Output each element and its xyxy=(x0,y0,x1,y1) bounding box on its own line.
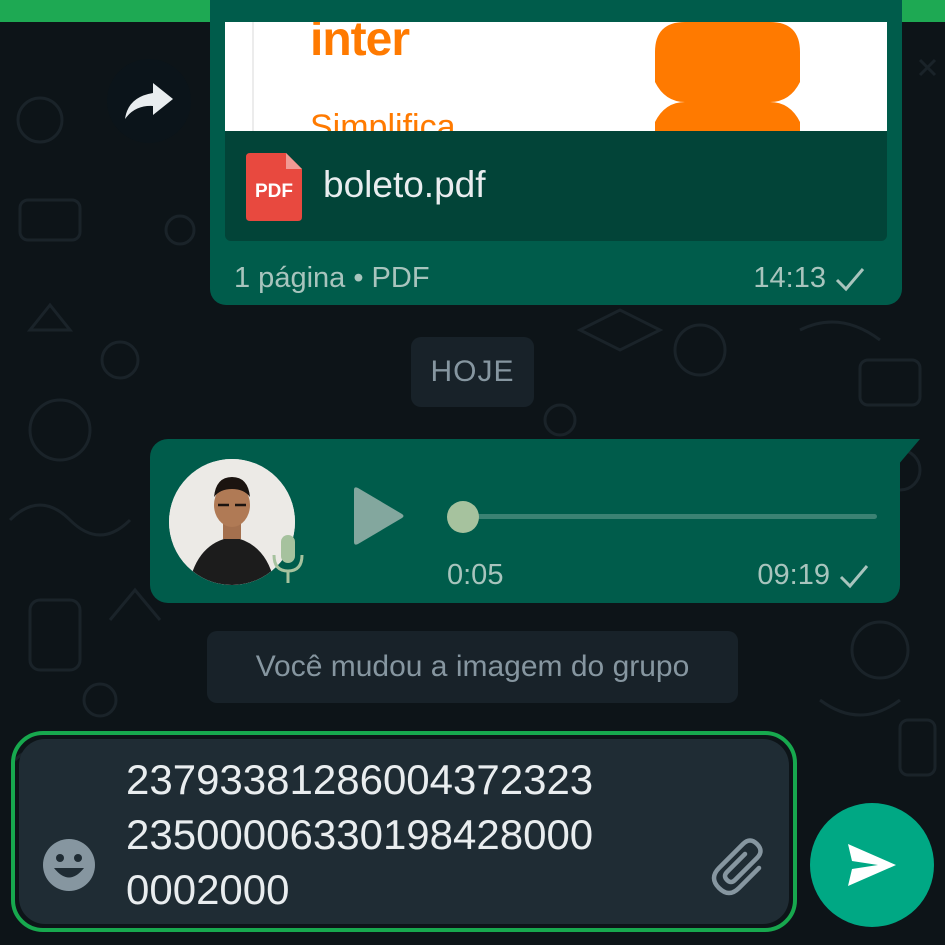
preview-tagline-text: Simplifica xyxy=(310,108,456,131)
message-time: 14:13 xyxy=(753,262,826,294)
single-check-icon xyxy=(838,563,870,589)
pdf-file-icon: PDF xyxy=(246,153,304,221)
pdf-icon-label: PDF xyxy=(255,181,293,202)
bubble-tail xyxy=(898,439,920,465)
audio-seek-track[interactable] xyxy=(462,514,877,519)
date-separator: HOJE xyxy=(411,337,534,407)
message-time: 09:19 xyxy=(757,559,830,591)
paperclip-icon[interactable] xyxy=(711,838,773,896)
pdf-message-bubble[interactable]: inter Simplifica PDF boleto.pdf 1 página… xyxy=(210,0,902,305)
message-time-status: 09:19 xyxy=(757,559,870,592)
system-message: Você mudou a imagem do grupo xyxy=(207,631,738,703)
forward-button[interactable] xyxy=(107,59,191,143)
file-name: boleto.pdf xyxy=(323,164,486,205)
forward-arrow-icon xyxy=(125,83,173,119)
voice-message-bubble[interactable]: 0:05 09:19 xyxy=(150,439,900,603)
preview-brand-text: inter xyxy=(310,22,410,66)
message-input-line: 23500006330198428000 xyxy=(126,811,594,858)
audio-duration: 0:05 xyxy=(447,559,504,591)
message-time-status: 14:13 xyxy=(753,262,866,295)
pdf-preview-thumbnail[interactable]: inter Simplifica xyxy=(225,22,887,131)
audio-seek-thumb[interactable] xyxy=(447,501,479,533)
brand-logo-shape xyxy=(655,22,800,131)
message-input[interactable]: 23793381286004372323 2350000633019842800… xyxy=(126,752,686,917)
play-icon[interactable] xyxy=(346,486,406,546)
message-composer[interactable]: 23793381286004372323 2350000633019842800… xyxy=(19,739,789,924)
message-input-line: 0002000 xyxy=(126,866,290,913)
file-meta: 1 página • PDF xyxy=(234,262,430,294)
send-icon xyxy=(848,844,896,886)
page-edge xyxy=(252,22,254,131)
single-check-icon xyxy=(834,266,866,292)
message-input-line: 23793381286004372323 xyxy=(126,756,594,803)
emoji-icon[interactable] xyxy=(41,837,97,893)
send-button[interactable] xyxy=(810,803,934,927)
microphone-icon xyxy=(272,535,304,583)
file-row[interactable]: PDF boleto.pdf xyxy=(225,131,887,241)
